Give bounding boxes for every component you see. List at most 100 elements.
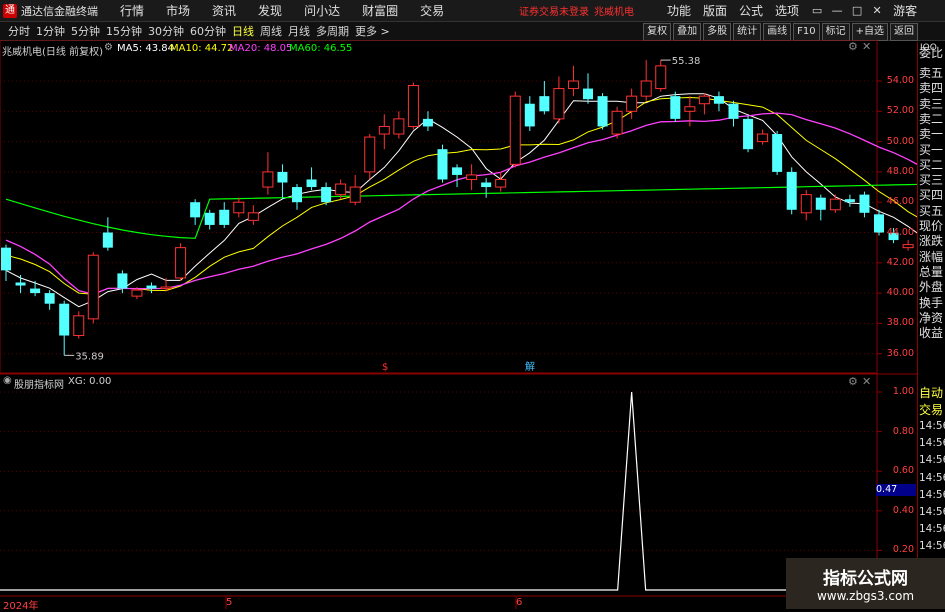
candle <box>859 191 870 218</box>
side-time[interactable]: 14:56 <box>919 523 945 535</box>
candle-body-up <box>407 85 419 127</box>
side-time[interactable]: 14:56 <box>919 454 945 466</box>
add-favorite-button[interactable]: +自选 <box>851 23 888 41</box>
main-plot-border <box>0 40 878 374</box>
back-button[interactable]: 返回 <box>890 23 918 41</box>
side-item[interactable]: 卖四 <box>919 81 945 95</box>
close-icon[interactable]: ✕ <box>867 4 887 17</box>
tab-daily[interactable]: 日线 <box>232 23 254 39</box>
candle <box>292 184 302 210</box>
side-item[interactable]: 买一 <box>919 143 945 157</box>
candle-body-down <box>859 194 870 213</box>
candle <box>378 114 390 150</box>
candle-body-up <box>160 286 172 290</box>
candle <box>87 252 99 324</box>
menu-discover[interactable]: 发现 <box>258 2 282 19</box>
statistics-button[interactable]: 统计 <box>733 23 762 41</box>
menu-market[interactable]: 市场 <box>166 2 190 19</box>
menu-options[interactable]: 选项 <box>775 2 799 19</box>
side-time[interactable]: 14:56 <box>919 506 945 518</box>
mark-button[interactable]: 标记 <box>821 23 850 41</box>
candle-body-down <box>583 88 593 100</box>
draw-line-button[interactable]: 画线 <box>763 23 792 41</box>
tab-60min[interactable]: 60分钟 <box>190 23 226 39</box>
menu-formula[interactable]: 公式 <box>739 2 763 19</box>
candle-body-down <box>15 282 26 286</box>
candlestick-series <box>1 60 914 356</box>
side-item[interactable]: 总量 <box>919 265 945 279</box>
side-item[interactable]: 卖三 <box>919 97 945 111</box>
side-item[interactable]: 交易 <box>919 403 945 417</box>
side-item[interactable]: 买四 <box>919 188 945 202</box>
candle <box>655 60 667 92</box>
user-guest[interactable]: 游客 <box>893 2 917 19</box>
x-axis-may: 5 <box>226 597 233 608</box>
adjust-button[interactable]: 复权 <box>643 23 672 41</box>
login-alert[interactable]: 证券交易未登录 <box>519 3 589 18</box>
ma60-line <box>5 183 917 239</box>
multi-stock-button[interactable]: 多股 <box>703 23 732 41</box>
f10-button[interactable]: F10 <box>793 23 820 41</box>
candle <box>567 65 579 97</box>
tab-1min[interactable]: 1分钟 <box>36 23 65 39</box>
candle <box>829 194 841 213</box>
menu-layout[interactable]: 版面 <box>703 2 727 19</box>
candle <box>15 274 26 294</box>
tab-15min[interactable]: 15分钟 <box>106 23 142 39</box>
side-item[interactable]: 买二 <box>919 158 945 172</box>
candle-body-up <box>640 80 652 97</box>
side-time[interactable]: 14:56 <box>919 540 945 552</box>
candle <box>597 93 608 130</box>
minimize-icon[interactable]: — <box>827 4 847 17</box>
tab-more[interactable]: 更多 > <box>355 23 390 39</box>
side-time[interactable]: 14:56 <box>919 489 945 501</box>
overlay-button[interactable]: 叠加 <box>673 23 702 41</box>
price-tick-label: 38.00 <box>886 317 914 329</box>
menu-news[interactable]: 资讯 <box>212 2 236 19</box>
event-marker-unlock: 解 <box>525 360 535 373</box>
tab-5min[interactable]: 5分钟 <box>71 23 100 39</box>
menu-trade[interactable]: 交易 <box>420 2 444 19</box>
app-logo-icon: 通 <box>3 3 17 18</box>
candle <box>509 91 521 168</box>
tab-monthly[interactable]: 月线 <box>288 23 310 39</box>
tab-weekly[interactable]: 周线 <box>260 23 282 39</box>
side-item[interactable]: 卖一 <box>919 127 945 141</box>
side-item[interactable]: 自动 <box>919 386 945 400</box>
side-item[interactable]: 卖五 <box>919 66 945 80</box>
candle <box>44 290 55 310</box>
x-axis-june: 6 <box>516 597 523 608</box>
side-item[interactable]: 外盘 <box>919 280 945 294</box>
maximize-icon[interactable]: □ <box>847 4 867 17</box>
side-time[interactable]: 14:56 <box>919 437 945 449</box>
indicator-current-value: 0.47 <box>876 484 916 496</box>
side-item[interactable]: 换手 <box>919 296 945 310</box>
candle <box>684 96 696 127</box>
side-item[interactable]: 买五 <box>919 204 945 218</box>
side-item[interactable]: 卖二 <box>919 112 945 126</box>
candle <box>902 240 914 251</box>
menu-ask[interactable]: 问小达 <box>304 2 340 19</box>
candle <box>1 244 11 281</box>
side-item[interactable]: 收益 <box>919 326 945 340</box>
indicator-toggle-icon[interactable]: ◉ <box>3 375 12 386</box>
tab-30min[interactable]: 30分钟 <box>148 23 184 39</box>
tab-multi-period[interactable]: 多周期 <box>316 23 349 39</box>
tab-timeshare[interactable]: 分时 <box>8 23 30 39</box>
toolbar-toggle-icon[interactable]: ▭ <box>807 4 827 17</box>
menu-function[interactable]: 功能 <box>667 2 691 19</box>
menu-quotes[interactable]: 行情 <box>120 2 144 19</box>
kline-chart[interactable]: 55.38 35.89 $ 解 <box>0 40 917 609</box>
candle <box>349 174 361 206</box>
side-item[interactable]: 净资 <box>919 311 945 325</box>
side-time[interactable]: 14:56 <box>919 472 945 484</box>
side-item[interactable]: 涨跌 <box>919 234 945 248</box>
candle <box>553 76 565 124</box>
side-committee-ratio[interactable]: 委比 <box>919 46 945 60</box>
menu-wealth[interactable]: 财富圈 <box>362 2 398 19</box>
side-item[interactable]: 现价 <box>919 219 945 233</box>
side-time[interactable]: 14:56 <box>919 420 945 432</box>
candle <box>670 91 681 122</box>
side-item[interactable]: 买三 <box>919 173 945 187</box>
side-item[interactable]: 涨幅 <box>919 250 945 264</box>
